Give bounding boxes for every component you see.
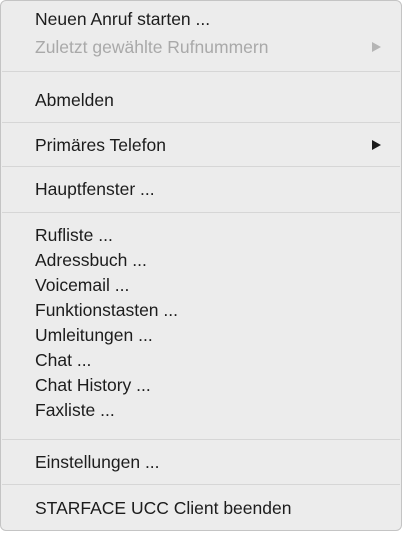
menu-separator: [2, 71, 400, 72]
menu-item-label: Einstellungen ...: [35, 452, 160, 472]
menu-item-chat[interactable]: Chat ...: [35, 348, 387, 372]
menu-item-call-list[interactable]: Rufliste ...: [35, 223, 387, 247]
chevron-right-icon: [372, 42, 381, 52]
menu-item-redirects[interactable]: Umleitungen ...: [35, 323, 387, 347]
chevron-right-icon: [372, 140, 381, 150]
menu-item-address-book[interactable]: Adressbuch ...: [35, 248, 387, 272]
menu-item-recent-numbers: Zuletzt gewählte Rufnummern: [35, 35, 387, 59]
menu-item-label: Funktionstasten ...: [35, 300, 178, 320]
menu-item-label: Neuen Anruf starten ...: [35, 9, 211, 29]
menu-item-new-call[interactable]: Neuen Anruf starten ...: [35, 7, 387, 31]
menu-separator: [2, 122, 400, 123]
menu-item-quit-client[interactable]: STARFACE UCC Client beenden: [35, 496, 387, 520]
menu-item-fax-list[interactable]: Faxliste ...: [35, 398, 387, 422]
menu-item-label: Zuletzt gewählte Rufnummern: [35, 37, 269, 57]
menu-separator: [2, 212, 400, 213]
menu-item-label: Chat ...: [35, 350, 92, 370]
menu-item-label: Adressbuch ...: [35, 250, 147, 270]
menu-separator: [2, 484, 400, 485]
menu-item-label: STARFACE UCC Client beenden: [35, 498, 292, 518]
menu-separator: [2, 439, 400, 440]
menu-item-logout[interactable]: Abmelden: [35, 88, 387, 112]
menu-item-main-window[interactable]: Hauptfenster ...: [35, 177, 387, 201]
menu-item-label: Hauptfenster ...: [35, 179, 155, 199]
menu-item-label: Faxliste ...: [35, 400, 115, 420]
menu-item-label: Voicemail ...: [35, 275, 130, 295]
menu-item-label: Umleitungen ...: [35, 325, 153, 345]
context-menu: Neuen Anruf starten ... Zuletzt gewählte…: [0, 0, 402, 531]
menu-item-label: Chat History ...: [35, 375, 151, 395]
menu-item-function-keys[interactable]: Funktionstasten ...: [35, 298, 387, 322]
menu-item-label: Rufliste ...: [35, 225, 113, 245]
menu-item-primary-phone[interactable]: Primäres Telefon: [35, 133, 387, 157]
menu-item-label: Primäres Telefon: [35, 135, 166, 155]
menu-item-label: Abmelden: [35, 90, 114, 110]
menu-separator: [2, 166, 400, 167]
menu-item-settings[interactable]: Einstellungen ...: [35, 450, 387, 474]
menu-item-voicemail[interactable]: Voicemail ...: [35, 273, 387, 297]
menu-item-chat-history[interactable]: Chat History ...: [35, 373, 387, 397]
